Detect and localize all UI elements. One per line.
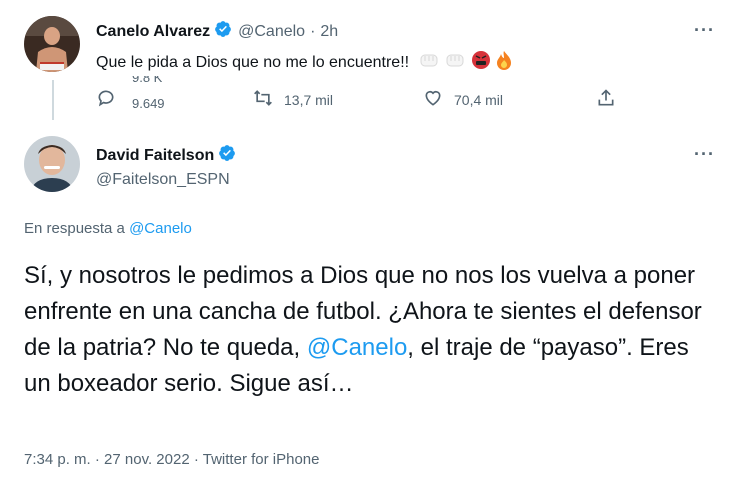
tweet-time[interactable]: 7:34 p. m. — [24, 451, 91, 468]
share-icon — [596, 88, 626, 111]
fist-icon — [419, 51, 439, 74]
tweet2-body: Sí, y nosotros le pedimos a Dios que no … — [24, 258, 714, 402]
tweet1-header: Canelo Alvarez @Canelo · 2h — [96, 20, 338, 43]
replying-to-link[interactable]: @Canelo — [129, 220, 192, 237]
retweet-icon — [252, 88, 284, 111]
tweet1-more-button[interactable]: ··· — [694, 20, 715, 41]
author-name[interactable]: Canelo Alvarez — [96, 23, 210, 41]
avatar-canelo[interactable] — [24, 16, 80, 72]
like-count: 70,4 mil — [454, 91, 504, 108]
separator-dot: · — [193, 451, 199, 468]
separator-dot: · — [94, 451, 100, 468]
replying-to: En respuesta a @Canelo — [24, 220, 192, 237]
mention-link[interactable]: @Canelo — [307, 334, 407, 361]
replying-prefix: En respuesta a — [24, 220, 125, 237]
reply-button[interactable] — [96, 88, 126, 111]
tweet1-body: Que le pida a Dios que no me lo encuentr… — [96, 50, 513, 75]
verified-badge-icon — [218, 144, 236, 167]
share-button[interactable] — [596, 88, 626, 111]
tweet-time[interactable]: 2h — [320, 23, 338, 41]
retweet-button[interactable]: 13,7 mil — [252, 88, 333, 111]
tweet2-more-button[interactable]: ··· — [694, 144, 715, 165]
avatar-faitelson[interactable] — [24, 136, 80, 192]
angry-face-icon — [471, 50, 491, 75]
thread-line — [52, 80, 54, 120]
tweet-date[interactable]: 27 nov. 2022 — [104, 451, 190, 468]
tweet1-text: Que le pida a Dios que no me lo encuentr… — [96, 53, 410, 71]
tweet-source[interactable]: Twitter for iPhone — [203, 451, 320, 468]
retweet-count: 13,7 mil — [284, 91, 334, 108]
tweet2-header: David Faitelson @Faitelson_ESPN — [96, 144, 236, 189]
reply-count: 9.649 — [132, 96, 165, 111]
fire-icon — [495, 50, 513, 75]
tweet2-meta: 7:34 p. m. · 27 nov. 2022 · Twitter for … — [24, 451, 319, 468]
author-name[interactable]: David Faitelson — [96, 147, 214, 165]
like-button[interactable]: 70,4 mil — [422, 88, 503, 111]
author-handle[interactable]: @Faitelson_ESPN — [96, 171, 236, 189]
fist-icon — [445, 51, 465, 74]
reply-count-clipped: 9.8 K — [132, 76, 163, 84]
heart-icon — [422, 88, 454, 111]
author-handle[interactable]: @Canelo — [238, 23, 305, 41]
separator-dot: · — [310, 22, 316, 40]
reply-icon — [96, 88, 126, 111]
verified-badge-icon — [214, 20, 232, 43]
